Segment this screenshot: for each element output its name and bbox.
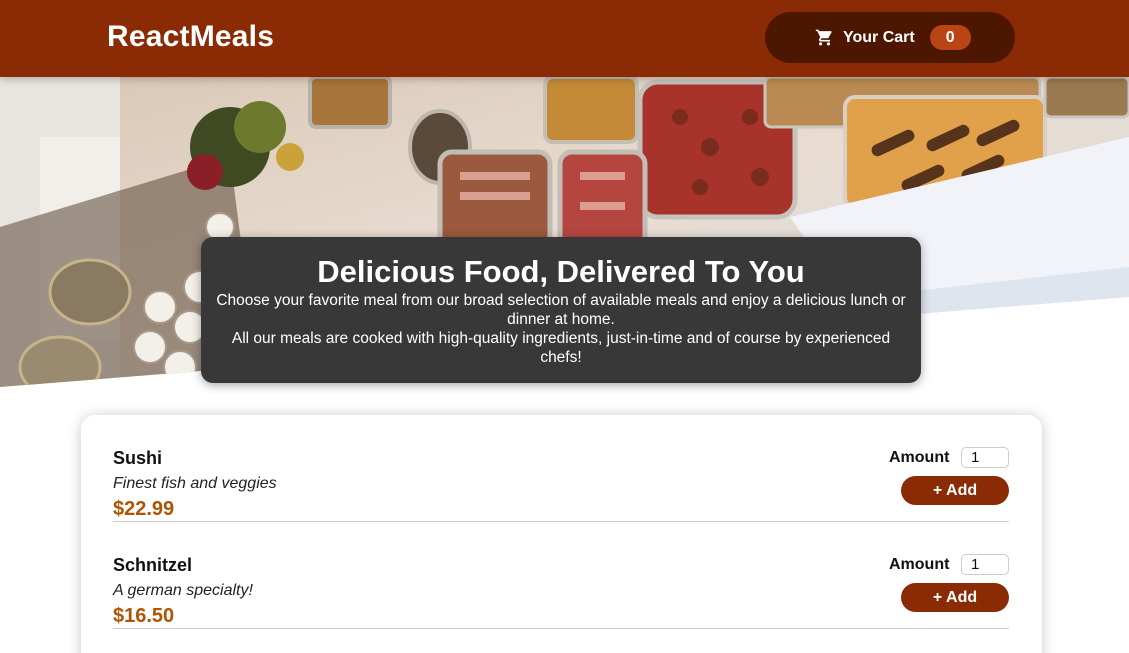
meal-name: Sushi bbox=[113, 448, 163, 468]
brand-logo-text: ReactMeals bbox=[107, 20, 275, 53]
add-to-cart-button[interactable]: + Add bbox=[901, 583, 1009, 612]
meal-description: A german specialty! bbox=[113, 582, 253, 599]
summary-text-2: All our meals are cooked with high-quali… bbox=[231, 330, 891, 366]
add-to-cart-button[interactable]: + Add bbox=[901, 476, 1009, 505]
cart-icon bbox=[815, 29, 832, 46]
amount-label: Amount bbox=[889, 556, 950, 573]
summary-box: Delicious Food, Delivered To You Choose … bbox=[201, 237, 921, 383]
cart-count-badge: 0 bbox=[929, 25, 971, 50]
meal-item: Sushi Finest fish and veggies $22.99 Amo… bbox=[113, 415, 1009, 522]
meals-list-card: Sushi Finest fish and veggies $22.99 Amo… bbox=[81, 415, 1042, 653]
summary-title: Delicious Food, Delivered To You bbox=[317, 254, 805, 289]
amount-input[interactable] bbox=[961, 554, 1009, 575]
meal-item: Schnitzel A german specialty! $16.50 Amo… bbox=[113, 522, 1009, 629]
cart-button[interactable]: Your Cart 0 bbox=[765, 12, 1015, 63]
meal-price: $22.99 bbox=[113, 498, 175, 520]
app-header: ReactMeals Your Cart 0 bbox=[0, 0, 1129, 77]
amount-input[interactable] bbox=[961, 447, 1009, 468]
amount-label: Amount bbox=[889, 449, 950, 466]
meal-description: Finest fish and veggies bbox=[113, 475, 277, 492]
cart-label: Your Cart bbox=[843, 28, 915, 46]
meal-name: Schnitzel bbox=[113, 555, 193, 575]
meal-price: $16.50 bbox=[113, 605, 175, 627]
summary-text-1: Choose your favorite meal from our broad… bbox=[216, 292, 906, 328]
